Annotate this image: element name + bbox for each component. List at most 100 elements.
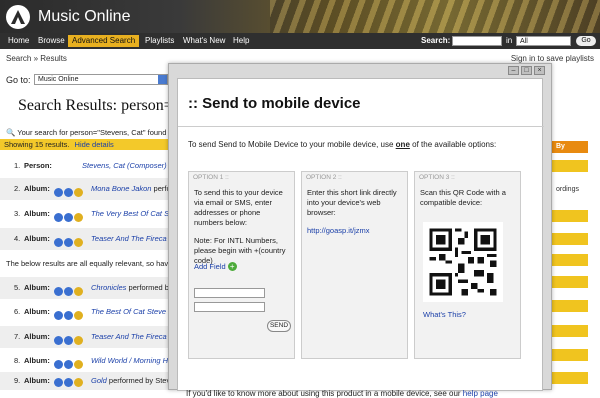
- add-field-link[interactable]: Add Field +: [194, 262, 237, 271]
- signin-link[interactable]: Sign in to save playlists: [511, 54, 594, 63]
- search-label: Search:: [421, 36, 451, 45]
- add-icon: +: [227, 262, 237, 271]
- row-type: Album:: [24, 332, 50, 341]
- row-number: 1.: [14, 161, 21, 170]
- header-banner: Music Online: [0, 0, 600, 33]
- row-number: 6.: [14, 307, 21, 316]
- right-tab: [550, 233, 588, 245]
- results-count: Showing 15 results.: [4, 140, 70, 149]
- nav-browse[interactable]: Browse: [34, 35, 69, 47]
- search-scope-select[interactable]: All: [516, 36, 571, 46]
- results-count-bar: Showing 15 results. Hide details: [0, 139, 176, 150]
- add-icon[interactable]: [64, 287, 73, 296]
- hide-details-link[interactable]: Hide details: [75, 140, 114, 149]
- app-title: Music Online: [38, 8, 131, 25]
- add-icon[interactable]: [64, 188, 73, 197]
- divider: [178, 126, 544, 127]
- dialog-title: :: Send to mobile device: [188, 95, 361, 112]
- search-summary: 🔍 Your search for person="Stevens, Cat" …: [6, 128, 166, 137]
- main-nav: Home Browse Advanced Search Playlists Wh…: [0, 33, 600, 49]
- play-icon[interactable]: [54, 378, 63, 387]
- nav-home[interactable]: Home: [4, 35, 33, 47]
- row-number: 5.: [14, 283, 21, 292]
- result-row: 9. Album: Gold performed by Stev: [0, 372, 176, 390]
- row-number: 8.: [14, 356, 21, 365]
- result-link[interactable]: Gold performed by Stev: [91, 372, 170, 390]
- row-type: Album:: [24, 283, 50, 292]
- breadcrumb[interactable]: Search » Results: [6, 54, 67, 63]
- right-tab: [550, 325, 588, 337]
- add-icon[interactable]: [64, 311, 73, 320]
- right-tab: [550, 210, 588, 222]
- add-icon[interactable]: [64, 360, 73, 369]
- result-row: 5. Album: Chronicles performed b: [0, 277, 176, 299]
- search-icon: 🔍: [6, 128, 16, 137]
- add-icon[interactable]: [64, 378, 73, 387]
- option-header: OPTION 2 ::: [306, 174, 342, 181]
- row-number: 7.: [14, 332, 21, 341]
- play-icon[interactable]: [54, 213, 63, 222]
- result-link[interactable]: Teaser And The Fireca: [91, 326, 167, 348]
- album-icon: [74, 360, 83, 369]
- nav-whats-new[interactable]: What's New: [179, 35, 229, 47]
- play-icon[interactable]: [54, 311, 63, 320]
- nav-advanced-search[interactable]: Advanced Search: [68, 35, 140, 47]
- nav-playlists[interactable]: Playlists: [141, 35, 178, 47]
- send-button[interactable]: SEND: [267, 320, 291, 332]
- sort-by-tab[interactable]: By: [550, 141, 588, 153]
- option-2-panel: OPTION 2 :: Enter this short link direct…: [301, 171, 408, 359]
- row-type: Album:: [24, 307, 50, 316]
- result-link[interactable]: The Best Of Cat Steve: [91, 301, 166, 323]
- play-icon[interactable]: [54, 188, 63, 197]
- search-go-button[interactable]: Go: [576, 36, 596, 46]
- row-type: Person:: [24, 161, 52, 170]
- search-input[interactable]: [452, 36, 502, 46]
- play-icon[interactable]: [54, 336, 63, 345]
- album-icon: [74, 213, 83, 222]
- play-icon[interactable]: [54, 287, 63, 296]
- recordings-label: ordings: [556, 186, 579, 193]
- album-icon: [74, 378, 83, 387]
- restore-icon[interactable]: □: [521, 66, 532, 75]
- result-link[interactable]: Wild World / Morning H: [91, 350, 168, 372]
- app-logo-icon[interactable]: [6, 5, 30, 29]
- option-3-text: Scan this QR Code with a compatible devi…: [420, 188, 506, 207]
- row-type: Album:: [24, 376, 50, 385]
- result-link[interactable]: Chronicles performed b: [91, 277, 169, 299]
- address-input-2[interactable]: [194, 302, 265, 312]
- result-link[interactable]: The Very Best Of Cat S: [91, 203, 169, 225]
- minimize-icon[interactable]: –: [508, 66, 519, 75]
- goto-select[interactable]: Music Online: [34, 74, 168, 85]
- row-number: 3.: [14, 209, 21, 218]
- play-icon[interactable]: [54, 238, 63, 247]
- album-icon: [74, 311, 83, 320]
- close-icon[interactable]: ×: [534, 66, 545, 75]
- nav-help[interactable]: Help: [229, 35, 253, 47]
- right-tab: [550, 349, 588, 361]
- option-1-panel: OPTION 1 :: To send this to your device …: [188, 171, 295, 359]
- row-number: 9.: [14, 376, 21, 385]
- result-link[interactable]: Stevens, Cat (Composer): [82, 155, 167, 177]
- row-type: Album:: [24, 184, 50, 193]
- short-link[interactable]: http://goasp.it/jzmx: [307, 226, 403, 236]
- option-2-text: Enter this short link directly into your…: [307, 188, 403, 236]
- help-page-link[interactable]: help page: [463, 389, 498, 398]
- right-tab: [550, 300, 588, 312]
- result-row: 8. Album: Wild World / Morning H: [0, 350, 176, 372]
- play-icon[interactable]: [54, 360, 63, 369]
- dialog-footer: If you'd like to know more about using t…: [186, 389, 498, 398]
- result-row: 4. Album: Teaser And The Fireca: [0, 228, 176, 250]
- add-icon[interactable]: [64, 213, 73, 222]
- result-row: 3. Album: The Very Best Of Cat S: [0, 203, 176, 225]
- address-input-1[interactable]: [194, 288, 265, 298]
- add-icon[interactable]: [64, 238, 73, 247]
- add-icon[interactable]: [64, 336, 73, 345]
- search-summary-text: Your search for person="Stevens, Cat" fo…: [17, 128, 167, 137]
- row-actions: [54, 234, 84, 256]
- whats-this-link[interactable]: What's This?: [423, 310, 466, 319]
- result-link[interactable]: Mona Bone Jakon perform: [91, 178, 179, 200]
- relevance-note: The below results are all equally releva…: [6, 259, 169, 268]
- banner-decoration: [270, 0, 600, 33]
- result-link[interactable]: Teaser And The Fireca: [91, 228, 167, 250]
- search-scope-label: in: [506, 36, 513, 45]
